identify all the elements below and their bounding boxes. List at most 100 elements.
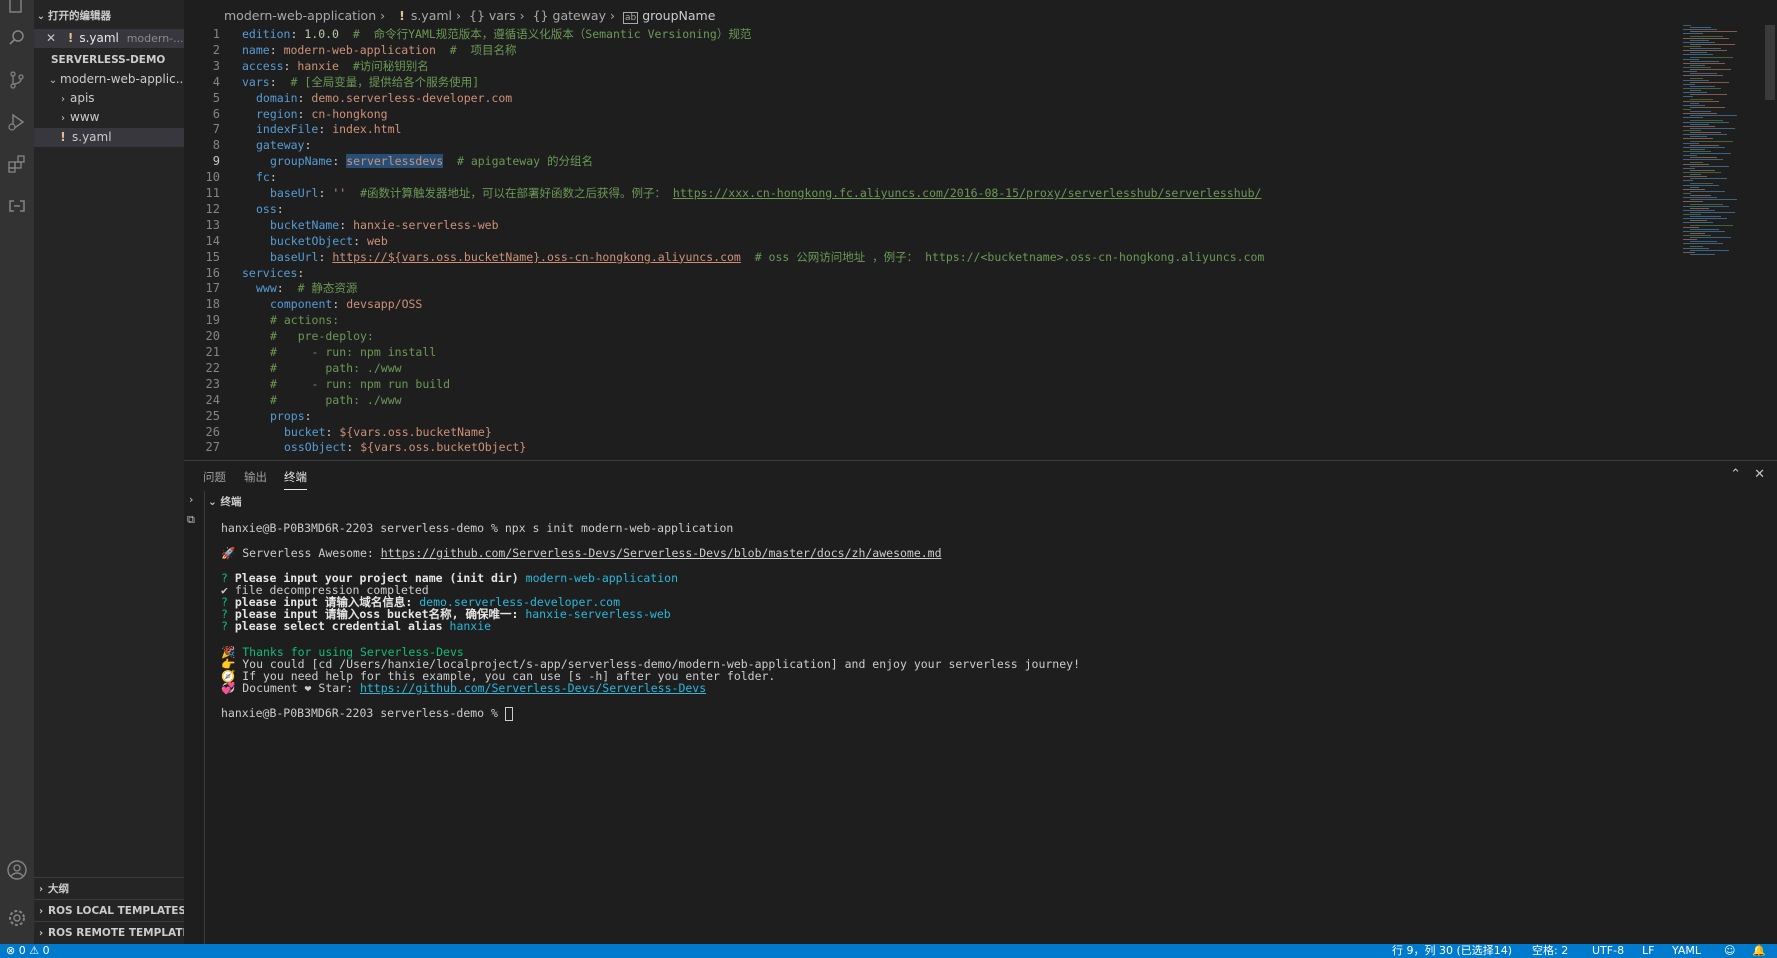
chevron-right-icon[interactable]: ›	[189, 493, 193, 506]
breadcrumb-item[interactable]: modern-web-application	[224, 8, 376, 23]
eol[interactable]: LF	[1642, 944, 1654, 958]
tab-problems[interactable]: 问题	[203, 469, 226, 485]
open-editor-item[interactable]: ✕ ! s.yaml modern-...	[34, 29, 184, 48]
close-icon[interactable]: ✕	[1754, 467, 1765, 482]
yaml-comment: #访问秘钥别名	[352, 58, 429, 73]
yaml-comment: # 项目名称	[449, 42, 517, 57]
minimap-line	[1690, 237, 1731, 239]
file-syaml[interactable]: ! s.yaml	[34, 128, 184, 147]
breadcrumb-item[interactable]: gateway	[553, 8, 606, 23]
chevron-right-icon: ›	[519, 8, 525, 23]
yaml-comment: # path: ./www	[270, 360, 402, 375]
yaml-value: cn-hongkong	[311, 106, 388, 121]
close-icon[interactable]: ✕	[34, 29, 56, 48]
yaml-key: name	[242, 42, 270, 57]
minimap-line	[1683, 205, 1729, 207]
breadcrumb-item[interactable]: vars	[489, 8, 516, 23]
code-editor[interactable]: 1 2 3 4 5 6 7 8 9 10 11 12 13 14 15 16 17 18 19 20 21 22 23 24 2…	[184, 25, 1744, 458]
minimap-line	[1690, 190, 1725, 192]
terminal-cursor	[504, 706, 513, 721]
chevron-up-icon[interactable]: ⌃	[1730, 467, 1741, 482]
minimap-line	[1690, 220, 1707, 222]
terminal-line: hanxie@B-P0B3MD6R-2203 serverless-demo %…	[221, 521, 734, 535]
divider	[34, 899, 184, 900]
terminal-section-header[interactable]: ⌄ 终端	[208, 494, 241, 509]
search-icon[interactable]	[3, 24, 31, 52]
outline-section[interactable]: › 大纲	[34, 880, 184, 899]
minimap-line	[1683, 142, 1699, 144]
folder-www[interactable]: › www	[34, 108, 184, 127]
chevron-right-icon: ›	[61, 94, 65, 105]
yaml-key: vars	[242, 74, 270, 89]
language-mode[interactable]: YAML	[1672, 944, 1701, 958]
minimap-line	[1690, 148, 1705, 150]
minimap-line	[1690, 77, 1703, 79]
files-icon[interactable]	[3, 0, 31, 20]
encoding[interactable]: UTF-8	[1592, 944, 1624, 958]
yaml-key: region	[256, 106, 298, 121]
minimap-line	[1690, 119, 1723, 121]
editor-scrollbar[interactable]	[1765, 25, 1775, 100]
indentation[interactable]: 空格: 2	[1532, 944, 1568, 958]
yaml-value: serverlessdevs	[346, 154, 444, 169]
tab-output[interactable]: 输出	[244, 469, 267, 485]
yaml-key: bucketObject	[270, 233, 354, 248]
source-control-icon[interactable]	[3, 66, 31, 94]
minimap-line	[1683, 239, 1697, 241]
ros-local-section[interactable]: › ROS LOCAL TEMPLATES	[34, 902, 184, 921]
minimap-line	[1683, 109, 1691, 110]
minimap-line	[1690, 48, 1721, 50]
tab-terminal[interactable]: 终端	[284, 469, 307, 490]
yaml-colon: :	[269, 74, 277, 89]
minimap-line	[1690, 211, 1735, 213]
workspace-section[interactable]: SERVERLESS-DEMO	[34, 51, 184, 70]
settings-icon[interactable]	[3, 904, 31, 932]
code-link[interactable]: https://xxx.cn-hongkong.fc.aliyuncs.com/…	[673, 186, 1262, 200]
bell-icon[interactable]: 🔔	[1752, 944, 1766, 958]
chevron-right-icon: ›	[456, 8, 462, 23]
yaml-value: 1.0.0	[304, 27, 339, 41]
breadcrumb-item[interactable]: groupName	[642, 8, 715, 23]
minimap-line	[1683, 100, 1719, 102]
minimap-line	[1683, 37, 1729, 39]
cursor-position[interactable]: 行 9，列 30 (已选择14)	[1392, 944, 1512, 958]
ros-remote-section[interactable]: › ROS REMOTE TEMPLATES	[34, 924, 184, 943]
breadcrumb-item[interactable]: s.yaml	[411, 8, 452, 23]
remote-icon[interactable]	[3, 192, 31, 220]
minimap-line	[1683, 71, 1697, 73]
code-line: groupName: serverlessdevs # apigateway 的…	[270, 152, 593, 170]
terminal-split-icon[interactable]: ⧉	[187, 513, 195, 527]
yaml-file-icon: !	[67, 31, 74, 45]
extensions-icon[interactable]	[3, 150, 31, 178]
explorer-sidebar: ⌄ 打开的编辑器 ✕ ! s.yaml modern-... SERVERLESS-…	[34, 0, 184, 944]
yaml-comment: # apigateway 的分组名	[456, 154, 593, 169]
minimap-line	[1683, 79, 1709, 81]
minimap[interactable]	[1679, 25, 1761, 265]
yaml-colon: :	[304, 138, 312, 153]
yaml-value: devsapp/OSS	[346, 297, 423, 312]
yaml-key: baseUrl	[270, 186, 319, 200]
terminal-link[interactable]: https://github.com/Serverless-Devs/Serve…	[381, 546, 942, 560]
problems-indicator[interactable]: ⊗ 0 ⚠ 0	[6, 944, 50, 958]
run-debug-icon[interactable]	[3, 108, 31, 136]
minimap-line	[1683, 67, 1711, 68]
feedback-icon[interactable]: ☺	[1724, 944, 1735, 958]
terminal-line: hanxie@B-P0B3MD6R-2203 serverless-demo %	[221, 706, 513, 721]
folder-apis[interactable]: › apis	[34, 89, 184, 108]
yaml-key: oss	[256, 201, 277, 216]
minimap-line	[1690, 64, 1705, 66]
account-icon[interactable]	[3, 856, 31, 884]
code-link[interactable]: https://${vars.oss.bucketName}.oss-cn-ho…	[332, 250, 741, 264]
folder-root[interactable]: ⌄ modern-web-applic...	[34, 70, 184, 89]
line-number: 27	[205, 440, 220, 455]
open-editors-section[interactable]: ⌄ 打开的编辑器	[34, 7, 184, 26]
chevron-down-icon: ⌄	[208, 496, 217, 508]
terminal-link[interactable]: https://github.com/Serverless-Devs/Serve…	[360, 681, 706, 695]
yaml-colon: :	[304, 408, 312, 423]
minimap-line	[1683, 247, 1709, 249]
minimap-line	[1690, 35, 1723, 37]
chevron-right-icon: ›	[38, 906, 44, 917]
